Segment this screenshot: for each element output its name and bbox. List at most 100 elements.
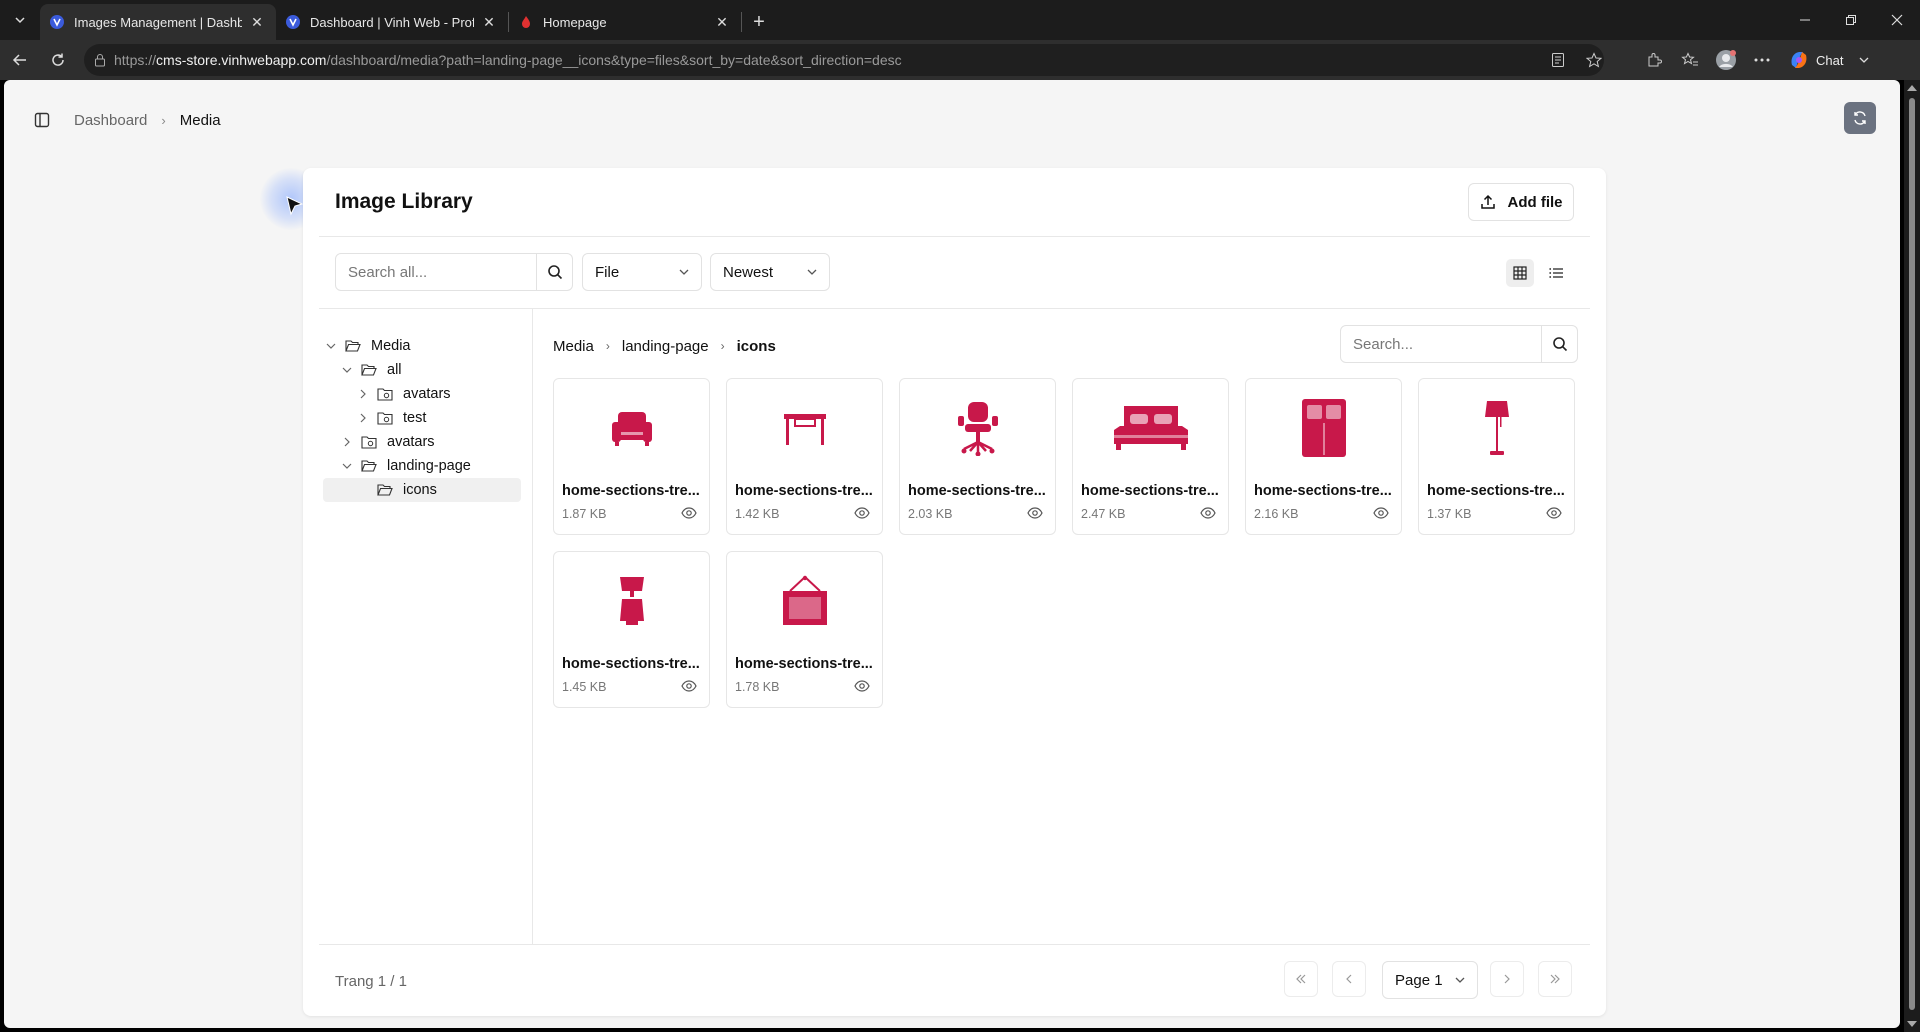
eye-icon[interactable] — [681, 679, 697, 697]
reader-mode-icon[interactable] — [1540, 42, 1576, 78]
chevron-right-icon[interactable] — [339, 434, 355, 450]
eye-icon[interactable] — [1027, 506, 1043, 524]
double-chevron-left-icon — [1296, 974, 1306, 984]
url-scheme: https:// — [114, 52, 157, 68]
breadcrumb-dashboard[interactable]: Dashboard — [74, 112, 147, 129]
file-card[interactable]: home-sections-tre... 1.37 KB — [1418, 378, 1575, 535]
divider — [319, 944, 1590, 945]
file-thumbnail[interactable] — [554, 552, 709, 654]
file-thumbnail[interactable] — [1419, 379, 1574, 481]
url-field[interactable]: https://cms-store.vinhwebapp.com/dashboa… — [84, 44, 1604, 76]
file-thumbnail[interactable] — [900, 379, 1055, 481]
tree-node-landing-page[interactable]: landing-page — [323, 454, 521, 478]
restore-icon[interactable] — [1828, 0, 1874, 40]
panel-divider — [532, 309, 533, 944]
favorite-star-icon[interactable] — [1576, 42, 1612, 78]
scrollbar-thumb[interactable] — [1909, 98, 1915, 1010]
red-flame-icon — [522, 16, 530, 28]
file-thumbnail[interactable] — [727, 552, 882, 654]
tab-close-icon[interactable]: ✕ — [713, 13, 731, 31]
copilot-chat-button[interactable]: Chat — [1788, 49, 1869, 71]
tab-list-menu-icon[interactable] — [0, 0, 40, 40]
close-window-icon[interactable] — [1874, 0, 1920, 40]
sort-select[interactable]: Newest — [710, 253, 830, 291]
file-size: 1.42 KB — [735, 507, 780, 521]
minimize-icon[interactable] — [1782, 0, 1828, 40]
grid-view-toggle[interactable] — [1506, 259, 1534, 287]
eye-icon[interactable] — [1200, 506, 1216, 524]
divider — [319, 236, 1590, 237]
scroll-down-arrow-icon[interactable] — [1907, 1021, 1917, 1027]
type-select[interactable]: File — [582, 253, 702, 291]
eye-icon[interactable] — [1373, 506, 1389, 524]
chevron-down-icon[interactable] — [323, 338, 339, 354]
folder-search-button[interactable] — [1542, 325, 1578, 363]
list-view-toggle[interactable] — [1542, 259, 1570, 287]
eye-icon[interactable] — [854, 679, 870, 697]
chevron-down-icon[interactable] — [339, 362, 355, 378]
copilot-icon — [1791, 52, 1807, 68]
browser-tab-dashboard-vinh-web[interactable]: Dashboard | Vinh Web - Professio ✕ — [276, 4, 508, 40]
browser-tab-homepage[interactable]: Homepage ✕ — [509, 4, 741, 40]
profile-avatar-icon[interactable] — [1708, 42, 1744, 78]
tab-label: Dashboard | Vinh Web - Professio — [310, 14, 474, 30]
page-scrollbar[interactable] — [1904, 80, 1920, 1032]
search-all-button[interactable] — [537, 253, 573, 291]
search-all-input[interactable] — [335, 253, 537, 291]
chevron-right-icon[interactable] — [355, 386, 371, 402]
refresh-button[interactable] — [1844, 102, 1876, 134]
tab-close-icon[interactable]: ✕ — [248, 13, 266, 31]
tree-node-avatars[interactable]: avatars — [323, 382, 521, 406]
folder-open-icon — [345, 338, 363, 354]
path-segment-Media[interactable]: Media — [553, 338, 594, 355]
file-size: 1.87 KB — [562, 507, 607, 521]
first-page-button[interactable] — [1284, 961, 1318, 997]
reload-icon[interactable] — [40, 42, 76, 78]
chevron-down-icon[interactable] — [339, 458, 355, 474]
tree-node-label: landing-page — [387, 458, 471, 474]
tree-node-test[interactable]: test — [323, 406, 521, 430]
file-card[interactable]: home-sections-tre... 2.03 KB — [899, 378, 1056, 535]
add-file-button[interactable]: Add file — [1468, 183, 1574, 221]
tree-node-label: test — [403, 410, 427, 426]
new-tab-plus-icon[interactable]: + — [742, 4, 776, 40]
file-card[interactable]: home-sections-tre... 1.42 KB — [726, 378, 883, 535]
page-select[interactable]: Page 1 — [1382, 961, 1478, 999]
previous-page-button[interactable] — [1332, 961, 1366, 997]
tree-node-all[interactable]: all — [323, 358, 521, 382]
folder-open-icon — [361, 362, 379, 378]
back-arrow-icon[interactable] — [2, 42, 38, 78]
file-card[interactable]: home-sections-tre... 2.47 KB — [1072, 378, 1229, 535]
favorites-list-icon[interactable] — [1672, 42, 1708, 78]
lock-icon — [95, 54, 105, 67]
file-thumbnail[interactable] — [727, 379, 882, 481]
eye-icon[interactable] — [854, 506, 870, 524]
folder-search-input[interactable] — [1340, 325, 1542, 363]
office-chair-icon — [956, 400, 1000, 461]
file-thumbnail[interactable] — [1073, 379, 1228, 481]
tab-close-icon[interactable]: ✕ — [480, 13, 498, 31]
last-page-button[interactable] — [1538, 961, 1572, 997]
file-card[interactable]: home-sections-tre... 1.45 KB — [553, 551, 710, 708]
browser-address-bar: https://cms-store.vinhwebapp.com/dashboa… — [0, 40, 1920, 80]
tree-node-Media[interactable]: Media — [323, 334, 521, 358]
scroll-up-arrow-icon[interactable] — [1907, 85, 1917, 91]
extensions-icon[interactable] — [1636, 42, 1672, 78]
file-card[interactable]: home-sections-tre... 2.16 KB — [1245, 378, 1402, 535]
file-card[interactable]: home-sections-tre... 1.78 KB — [726, 551, 883, 708]
tree-node-label: avatars — [403, 386, 451, 402]
file-thumbnail[interactable] — [1246, 379, 1401, 481]
eye-icon[interactable] — [681, 506, 697, 524]
eye-icon[interactable] — [1546, 506, 1562, 524]
file-thumbnail[interactable] — [554, 379, 709, 481]
browser-tab-images-management[interactable]: Images Management | Dashboard ✕ — [40, 4, 276, 40]
tree-node-icons[interactable]: icons — [323, 478, 521, 502]
search-icon — [1552, 337, 1567, 352]
path-segment-landing-page[interactable]: landing-page — [622, 338, 709, 355]
file-card[interactable]: home-sections-tre... 1.87 KB — [553, 378, 710, 535]
sidebar-toggle-icon[interactable] — [28, 106, 56, 134]
more-options-icon[interactable] — [1744, 42, 1780, 78]
next-page-button[interactable] — [1490, 961, 1524, 997]
tree-node-avatars[interactable]: avatars — [323, 430, 521, 454]
chevron-right-icon[interactable] — [355, 410, 371, 426]
